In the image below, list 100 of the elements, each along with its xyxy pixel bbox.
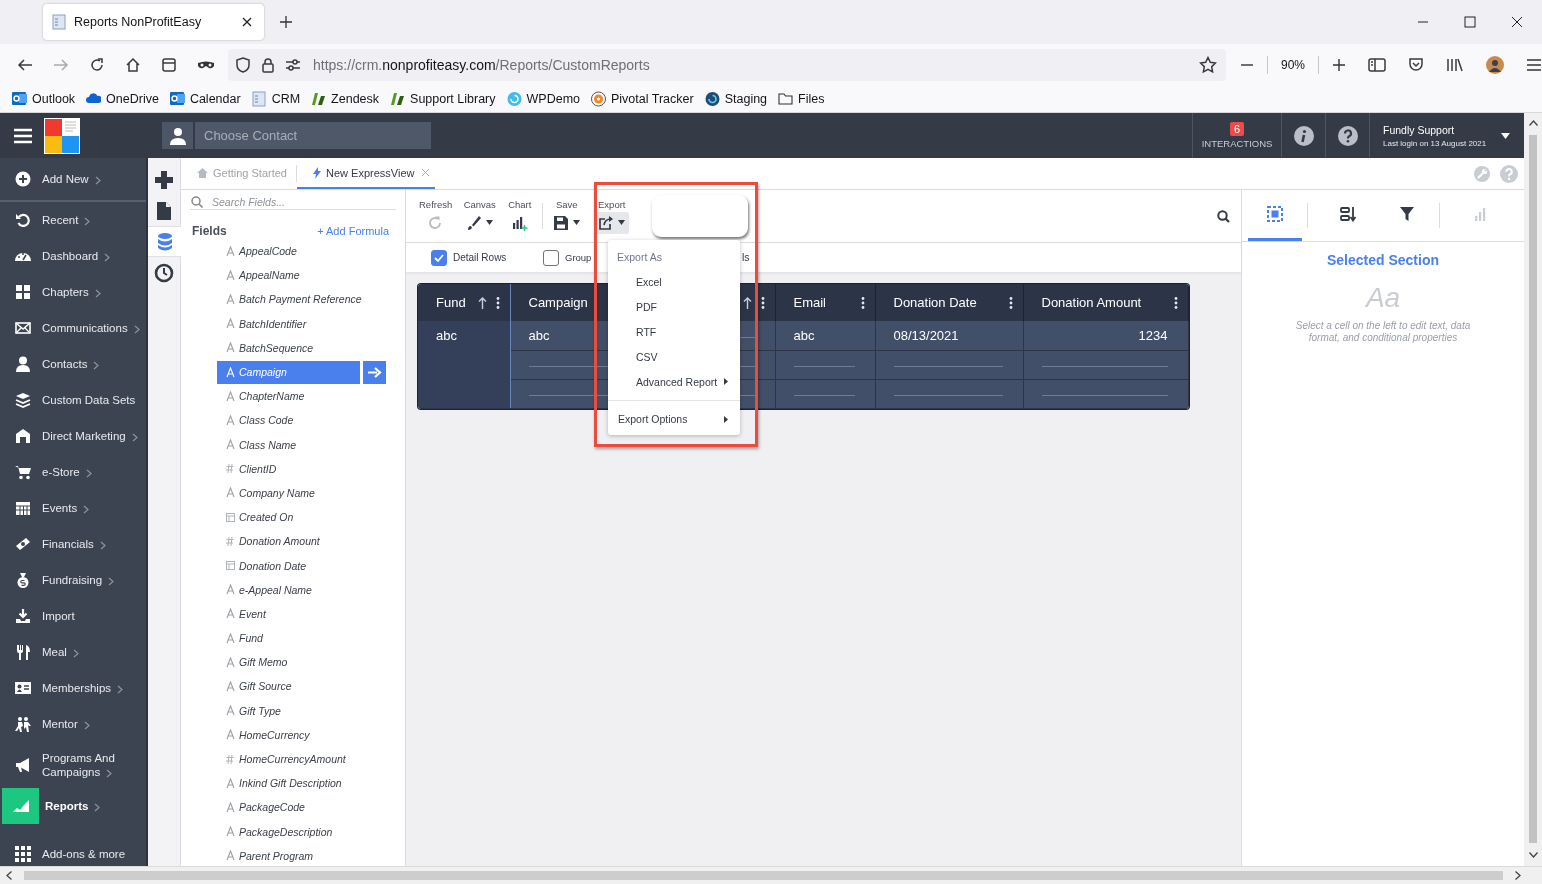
sidebar-item[interactable]: Chapters bbox=[0, 274, 146, 310]
field-item[interactable]: e-Appeal Name bbox=[217, 578, 312, 602]
sort-up-icon[interactable] bbox=[477, 296, 487, 309]
field-item[interactable]: ChapterName bbox=[217, 384, 305, 408]
bookmark[interactable]: WPDemo bbox=[506, 91, 580, 107]
field-item[interactable]: Created On bbox=[217, 505, 294, 529]
permissions-icon[interactable] bbox=[285, 58, 301, 72]
pocket-icon[interactable] bbox=[1408, 57, 1424, 73]
close-icon[interactable] bbox=[1511, 16, 1523, 28]
sidebar-item[interactable]: e-Store bbox=[0, 454, 146, 490]
field-item[interactable]: AppealCode bbox=[217, 239, 297, 263]
contact-search-field[interactable]: Choose Contact bbox=[193, 122, 431, 149]
menu-icon[interactable] bbox=[1526, 58, 1542, 72]
home-icon[interactable] bbox=[125, 57, 141, 73]
sidebar-item[interactable]: Financials bbox=[0, 526, 146, 562]
field-item[interactable]: HomeCurrency bbox=[217, 723, 310, 747]
bookmark[interactable]: Files bbox=[778, 91, 825, 107]
field-item[interactable]: PackageDescription bbox=[217, 820, 333, 844]
menu-item[interactable]: Export Options bbox=[608, 407, 740, 431]
caret-up-icon[interactable] bbox=[1528, 120, 1538, 126]
scrollbar[interactable] bbox=[1524, 113, 1542, 866]
bookmark[interactable]: Staging bbox=[704, 91, 768, 107]
bookmark[interactable]: CRM bbox=[251, 91, 301, 107]
field-item[interactable]: Class Name bbox=[217, 433, 297, 457]
sidebar-item[interactable]: Contacts bbox=[0, 346, 146, 382]
menu-item[interactable]: CSV bbox=[608, 344, 740, 369]
sidebar-item[interactable]: Dashboard bbox=[0, 238, 146, 274]
bookmark[interactable]: OneDrive bbox=[86, 91, 159, 107]
field-item[interactable]: Gift Memo bbox=[217, 650, 288, 674]
search-icon[interactable] bbox=[1217, 209, 1230, 223]
more-vertical-icon[interactable] bbox=[495, 296, 500, 309]
sidebar-icon[interactable] bbox=[1368, 58, 1386, 72]
back-arrow-icon[interactable] bbox=[17, 57, 33, 73]
field-item[interactable]: Gift Source bbox=[217, 674, 292, 698]
sidebar-item[interactable]: Meal bbox=[0, 634, 146, 670]
checkbox[interactable] bbox=[431, 249, 447, 266]
field-item[interactable]: Fund bbox=[217, 626, 263, 650]
field-item[interactable]: Parent Program bbox=[217, 844, 314, 866]
sidebar-item[interactable]: Reports bbox=[0, 788, 146, 824]
field-item[interactable]: Company Name bbox=[217, 481, 315, 505]
field-item[interactable]: Batch Payment Reference bbox=[217, 287, 362, 311]
column-header[interactable]: Fund bbox=[418, 284, 510, 321]
sidebar-item[interactable]: Mentor bbox=[0, 706, 146, 742]
more-vertical-icon[interactable] bbox=[1173, 296, 1178, 309]
field-item[interactable]: Gift Type bbox=[217, 699, 281, 723]
sidebar-item[interactable]: Custom Data Sets bbox=[0, 382, 146, 418]
more-vertical-icon[interactable] bbox=[1008, 296, 1013, 309]
column-header[interactable]: Donation Amount bbox=[1023, 284, 1188, 321]
user-name[interactable]: Fundly Support bbox=[1383, 123, 1493, 136]
new-tab-icon[interactable] bbox=[279, 15, 293, 29]
sidebar-item[interactable]: Recent bbox=[0, 202, 146, 238]
bookmark[interactable]: Calendar bbox=[169, 91, 241, 107]
checkbox[interactable] bbox=[543, 249, 559, 266]
sidebar-item[interactable]: Fundraising bbox=[0, 562, 146, 598]
bookmark[interactable]: Zendesk bbox=[311, 91, 380, 107]
sidebar-item[interactable]: Programs And Campaigns bbox=[0, 742, 146, 788]
menu-item[interactable]: Advanced Report bbox=[608, 369, 740, 394]
zoom-level[interactable]: 90% bbox=[1280, 58, 1305, 72]
field-item[interactable]: BatchIdentifier bbox=[217, 312, 307, 336]
field-item[interactable]: Class Code bbox=[217, 408, 294, 432]
field-item[interactable]: PackageCode bbox=[217, 795, 305, 819]
logo-drawing[interactable] bbox=[44, 117, 80, 154]
add-formula-link[interactable]: + Add Formula bbox=[317, 225, 389, 237]
field-item[interactable]: ClientID bbox=[217, 457, 277, 481]
sidebar-item[interactable]: Communications bbox=[0, 310, 146, 346]
sidebar-item[interactable]: Direct Marketing bbox=[0, 418, 146, 454]
sidebar-item[interactable]: Add New bbox=[0, 158, 146, 202]
sidebar-item[interactable]: Add-ons & more bbox=[0, 836, 146, 866]
add-icon[interactable] bbox=[154, 169, 174, 190]
field-item[interactable]: Campaign bbox=[217, 360, 360, 384]
column-header[interactable]: Email bbox=[775, 284, 875, 321]
add-field-button[interactable] bbox=[363, 360, 386, 384]
column-header[interactable]: Donation Date bbox=[875, 284, 1023, 321]
help-icon[interactable] bbox=[1337, 125, 1358, 146]
sort-up-icon[interactable] bbox=[742, 296, 752, 309]
clock-icon[interactable] bbox=[154, 262, 174, 283]
address-bar[interactable]: https://crm.nonprofiteasy.com/Reports/CustomReports bbox=[228, 49, 1226, 81]
avatar-icon[interactable] bbox=[1486, 56, 1504, 74]
field-item[interactable]: AppealName bbox=[217, 263, 300, 287]
field-item[interactable]: Inkind Gift Description bbox=[217, 771, 342, 795]
field-item[interactable]: Event bbox=[217, 602, 266, 626]
sidebar-item[interactable]: Events bbox=[0, 490, 146, 526]
sidebar-item[interactable]: Memberships bbox=[0, 670, 146, 706]
more-vertical-icon[interactable] bbox=[860, 296, 865, 309]
maximize-icon[interactable] bbox=[1464, 16, 1476, 28]
reload-icon[interactable] bbox=[89, 57, 105, 73]
caret-left-icon[interactable] bbox=[6, 871, 12, 880]
close-icon[interactable] bbox=[242, 17, 252, 27]
bookmark[interactable]: Support Library bbox=[390, 91, 496, 107]
window-icon[interactable] bbox=[161, 57, 177, 73]
bookmark[interactable]: Outlook bbox=[12, 91, 76, 107]
field-item[interactable]: Donation Date bbox=[217, 554, 307, 578]
search-field[interactable]: Search Fields... bbox=[210, 195, 390, 209]
info-icon[interactable] bbox=[1293, 125, 1314, 146]
menu-item[interactable]: RTF bbox=[608, 319, 740, 344]
zoom-in-icon[interactable] bbox=[1332, 58, 1346, 72]
bookmark[interactable]: Pivotal Tracker bbox=[591, 91, 694, 107]
caret-right-icon[interactable] bbox=[1515, 871, 1521, 880]
library-icon[interactable] bbox=[1446, 57, 1464, 73]
shield-icon[interactable] bbox=[235, 57, 251, 73]
